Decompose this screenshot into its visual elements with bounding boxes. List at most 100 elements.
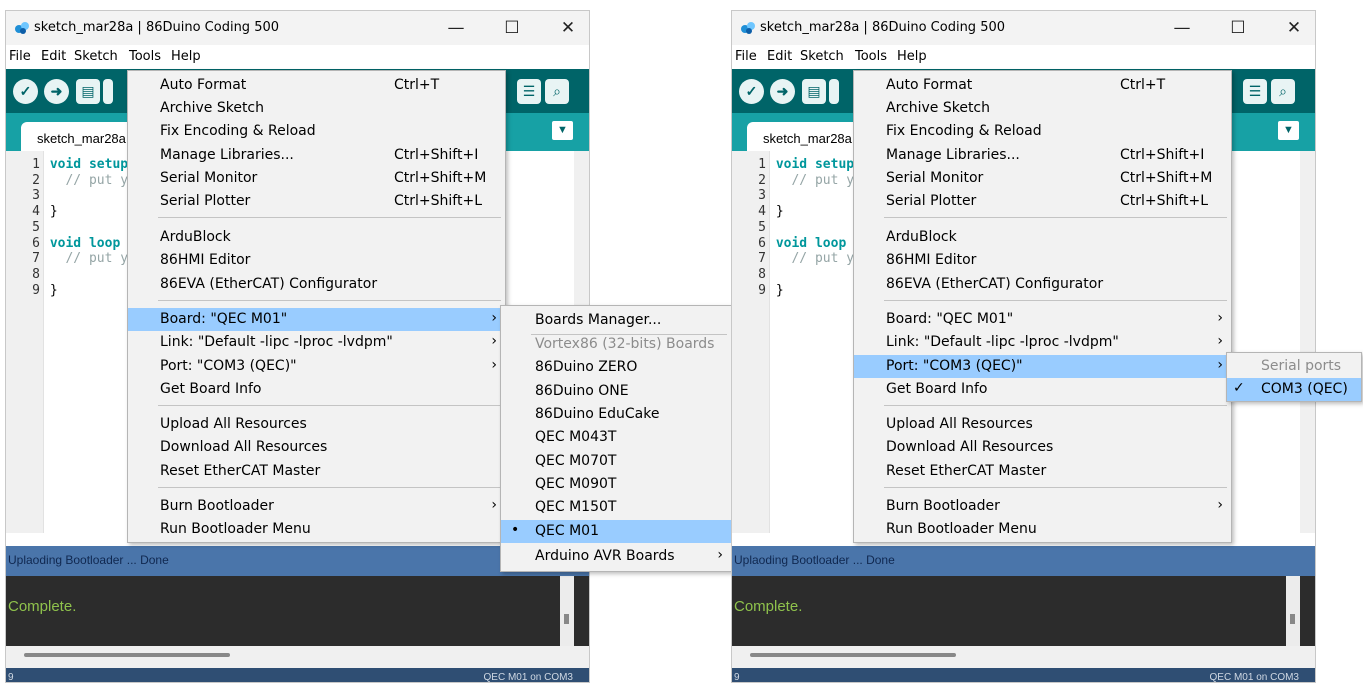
menu-item-auto-format[interactable]: Auto Format Ctrl+T: [854, 74, 1231, 97]
minimize-button[interactable]: —: [1159, 11, 1205, 45]
menu-item-fix-encoding[interactable]: Fix Encoding & Reload: [128, 120, 505, 143]
menu-item-arduino-avr[interactable]: Arduino AVR Boards ›: [501, 545, 731, 568]
serial-plotter-button[interactable]: ☰: [1243, 79, 1267, 104]
menu-item-boards-manager[interactable]: Boards Manager...: [501, 309, 731, 332]
tab-dropdown-button[interactable]: ▼: [1278, 121, 1299, 140]
line-number: 4: [758, 204, 766, 220]
line-number: 8: [758, 266, 766, 282]
menu-item-port[interactable]: Port: "COM3 (QEC)" ›: [128, 355, 505, 378]
status-bar: Uplaoding Bootloader ... Done: [732, 546, 1315, 576]
upload-button[interactable]: ➜: [44, 79, 69, 104]
new-file-button[interactable]: ▤: [76, 79, 100, 104]
tools-menu: Auto Format Ctrl+T Archive Sketch Fix Enc…: [127, 70, 506, 543]
menu-item-archive-sketch[interactable]: Archive Sketch: [128, 97, 505, 120]
menu-file[interactable]: File: [9, 49, 31, 64]
tab-dropdown-button[interactable]: ▼: [552, 121, 573, 140]
chevron-right-icon: ›: [491, 497, 497, 513]
menu-item-reset-ethercat[interactable]: Reset EtherCAT Master: [128, 460, 505, 483]
new-file-button[interactable]: ▤: [802, 79, 826, 104]
console-hscrollbar[interactable]: [6, 646, 589, 668]
console-scrollbar[interactable]: [560, 576, 574, 646]
menu-item-port-com3[interactable]: ✓ COM3 (QEC): [1227, 378, 1361, 401]
open-button[interactable]: [103, 79, 113, 104]
upload-button[interactable]: ➜: [770, 79, 795, 104]
menu-item-board-option[interactable]: 86Duino EduCake: [501, 403, 731, 426]
line-number: 9: [758, 282, 766, 298]
menu-item-ardublock[interactable]: ArduBlock: [854, 226, 1231, 249]
line-number-indicator: 9: [8, 672, 14, 683]
verify-button[interactable]: ✓: [739, 79, 764, 104]
console-panel: Complete.: [732, 576, 1315, 646]
menu-item-upload-all[interactable]: Upload All Resources: [854, 413, 1231, 436]
menu-item-serial-monitor[interactable]: Serial Monitor Ctrl+Shift+M: [854, 167, 1231, 190]
open-button[interactable]: [829, 79, 839, 104]
menu-help[interactable]: Help: [171, 49, 201, 64]
close-button[interactable]: ✕: [1271, 11, 1315, 45]
code-text: }: [775, 282, 784, 298]
selected-bullet-icon: •: [511, 522, 520, 538]
menu-item-ardublock[interactable]: ArduBlock: [128, 226, 505, 249]
menu-item-link[interactable]: Link: "Default -lipc -lproc -lvdpm" ›: [854, 331, 1231, 354]
code-keyword: void loop: [49, 235, 121, 251]
menu-item-manage-libraries[interactable]: Manage Libraries... Ctrl+Shift+I: [854, 144, 1231, 167]
maximize-button[interactable]: ☐: [1215, 11, 1261, 45]
menu-item-burn-bootloader[interactable]: Burn Bootloader ›: [854, 495, 1231, 518]
menu-item-board-option[interactable]: 86Duino ONE: [501, 380, 731, 403]
menu-item-serial-plotter[interactable]: Serial Plotter Ctrl+Shift+L: [128, 190, 505, 213]
menu-item-board-option[interactable]: QEC M043T: [501, 426, 731, 449]
line-number: 1: [32, 157, 40, 172]
console-panel: Complete.: [6, 576, 589, 646]
menu-item-manage-libraries[interactable]: Manage Libraries... Ctrl+Shift+I: [128, 144, 505, 167]
menu-item-hmi-editor[interactable]: 86HMI Editor: [128, 249, 505, 272]
menu-item-port[interactable]: Port: "COM3 (QEC)" ›: [854, 355, 1231, 378]
menu-edit[interactable]: Edit: [767, 49, 792, 64]
menu-item-upload-all[interactable]: Upload All Resources: [128, 413, 505, 436]
menu-item-fix-encoding[interactable]: Fix Encoding & Reload: [854, 120, 1231, 143]
menu-file[interactable]: File: [735, 49, 757, 64]
menu-item-run-bootloader-menu[interactable]: Run Bootloader Menu: [128, 518, 505, 541]
menu-item-board[interactable]: Board: "QEC M01" ›: [854, 308, 1231, 331]
serial-monitor-button[interactable]: ⌕: [1271, 79, 1295, 104]
menu-tools[interactable]: Tools: [855, 49, 887, 64]
menu-item-link[interactable]: Link: "Default -lipc -lproc -lvdpm" ›: [128, 331, 505, 354]
menu-item-board-selected[interactable]: • QEC M01: [501, 520, 731, 543]
menu-sketch[interactable]: Sketch: [74, 49, 118, 64]
close-button[interactable]: ✕: [545, 11, 589, 45]
code-keyword: void loop: [775, 235, 847, 251]
menu-item-hmi-editor[interactable]: 86HMI Editor: [854, 249, 1231, 272]
minimize-button[interactable]: —: [433, 11, 479, 45]
menu-item-eva-configurator[interactable]: 86EVA (EtherCAT) Configurator: [128, 273, 505, 296]
menu-item-serial-monitor[interactable]: Serial Monitor Ctrl+Shift+M: [128, 167, 505, 190]
menu-item-auto-format[interactable]: Auto Format Ctrl+T: [128, 74, 505, 97]
line-number: 6: [758, 235, 766, 251]
menu-item-get-board-info[interactable]: Get Board Info: [128, 378, 505, 401]
menu-help[interactable]: Help: [897, 49, 927, 64]
menu-item-reset-ethercat[interactable]: Reset EtherCAT Master: [854, 460, 1231, 483]
menu-item-board-option[interactable]: QEC M090T: [501, 473, 731, 496]
menu-item-run-bootloader-menu[interactable]: Run Bootloader Menu: [854, 518, 1231, 541]
menu-item-archive-sketch[interactable]: Archive Sketch: [854, 97, 1231, 120]
menu-edit[interactable]: Edit: [41, 49, 66, 64]
console-scrollbar[interactable]: [1286, 576, 1300, 646]
menu-sketch[interactable]: Sketch: [800, 49, 844, 64]
menu-item-serial-plotter[interactable]: Serial Plotter Ctrl+Shift+L: [854, 190, 1231, 213]
serial-plotter-button[interactable]: ☰: [517, 79, 541, 104]
editor-scrollbar[interactable]: [1300, 151, 1315, 533]
menu-item-board-option[interactable]: QEC M150T: [501, 496, 731, 519]
console-hscrollbar[interactable]: [732, 646, 1315, 668]
serial-monitor-button[interactable]: ⌕: [545, 79, 569, 104]
menu-item-board-option[interactable]: 86Duino ZERO: [501, 356, 731, 379]
menu-item-burn-bootloader[interactable]: Burn Bootloader ›: [128, 495, 505, 518]
menu-item-board[interactable]: Board: "QEC M01" ›: [128, 308, 505, 331]
menu-item-board-option[interactable]: QEC M070T: [501, 450, 731, 473]
menu-tools[interactable]: Tools: [129, 49, 161, 64]
menu-item-download-all[interactable]: Download All Resources: [128, 436, 505, 459]
menu-item-eva-configurator[interactable]: 86EVA (EtherCAT) Configurator: [854, 273, 1231, 296]
menu-separator: [884, 405, 1227, 406]
maximize-button[interactable]: ☐: [489, 11, 535, 45]
menu-item-download-all[interactable]: Download All Resources: [854, 436, 1231, 459]
line-number: 3: [758, 188, 766, 204]
verify-button[interactable]: ✓: [13, 79, 38, 104]
menu-item-get-board-info[interactable]: Get Board Info: [854, 378, 1231, 401]
chevron-right-icon: ›: [1217, 357, 1223, 373]
